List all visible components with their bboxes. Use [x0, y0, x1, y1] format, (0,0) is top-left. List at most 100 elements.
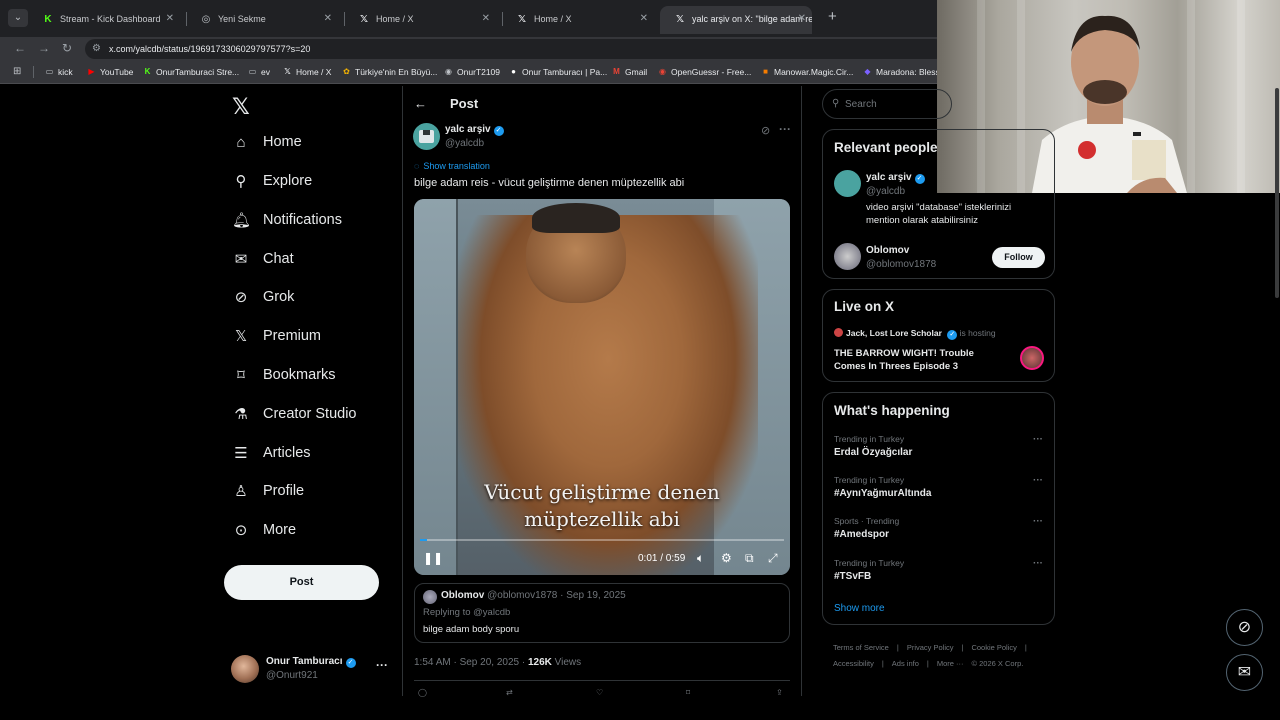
- bookmark-label: Manowar.Magic.Cir...: [774, 67, 854, 77]
- bookmark-item[interactable]: ▭ ev: [248, 61, 270, 83]
- share-icon[interactable]: ⇪: [776, 688, 783, 697]
- trend-item[interactable]: Trending in Turkey #AynıYağmurAltında ··…: [834, 475, 1044, 505]
- browser-tab-active[interactable]: 𝕏 yalc arşiv on X: "bilge adam reis ✕: [660, 6, 812, 34]
- pause-icon[interactable]: ❚❚: [423, 551, 443, 565]
- nav-item-explore[interactable]: ⚲ Explore: [232, 169, 392, 199]
- video-caption: Vücut geliştirme denen müptezellik abi: [414, 479, 790, 533]
- bookmark-icon[interactable]: ⌑: [686, 688, 690, 697]
- views-count: 126K: [527, 657, 552, 668]
- live-on-x-panel[interactable]: Live on X Jack, Lost Lore Scholar ✓ is h…: [822, 289, 1055, 382]
- close-tab-icon[interactable]: ✕: [640, 6, 648, 32]
- reply-card[interactable]: Oblomov @oblomov1878 · Sep 19, 2025 Repl…: [414, 583, 790, 643]
- back-icon[interactable]: ←: [14, 41, 26, 55]
- nav-item-bookmarks[interactable]: ⌑ Bookmarks: [232, 363, 392, 393]
- video-progress-fill: [420, 539, 428, 541]
- author-handle[interactable]: @yalcdb: [445, 138, 484, 149]
- nav-item-creator-studio[interactable]: ⚗ Creator Studio: [232, 402, 392, 432]
- bookmark-item[interactable]: ◉ OpenGuessr - Free...: [658, 61, 751, 83]
- nav-item-profile[interactable]: ♙ Profile: [232, 479, 392, 509]
- back-arrow-icon[interactable]: ←: [414, 96, 427, 111]
- trend-item[interactable]: Trending in Turkey Erdal Özyağcılar ···: [834, 434, 1044, 464]
- x-icon: 𝕏: [675, 14, 685, 25]
- footer-link[interactable]: Privacy Policy: [907, 643, 954, 652]
- apps-grid-icon[interactable]: ⊞: [13, 66, 21, 77]
- x-logo-icon[interactable]: 𝕏: [232, 94, 250, 120]
- pip-icon[interactable]: ⧉: [745, 551, 754, 566]
- nav-item-home[interactable]: ⌂ Home: [232, 130, 392, 160]
- bookmark-item[interactable]: M Gmail: [612, 61, 647, 83]
- nav-item-more[interactable]: ⊙ More: [232, 518, 392, 548]
- browser-tab[interactable]: 𝕏 Home / X ✕: [502, 6, 654, 34]
- new-tab-button[interactable]: +: [828, 8, 837, 25]
- author-avatar[interactable]: [413, 123, 440, 150]
- browser-tab[interactable]: K Stream - Kick Dashboard ✕: [28, 6, 180, 34]
- browser-tab[interactable]: ◎ Yeni Sekme ✕: [186, 6, 338, 34]
- more-icon[interactable]: ···: [376, 658, 388, 672]
- person-name[interactable]: Oblomov: [866, 245, 909, 256]
- bookmark-item[interactable]: ■ Manowar.Magic.Cir...: [761, 61, 853, 83]
- more-icon[interactable]: ···: [1033, 516, 1043, 527]
- footer-link[interactable]: More ···: [937, 659, 964, 668]
- avatar[interactable]: [834, 243, 861, 270]
- nav-item-grok[interactable]: ⊘ Grok: [232, 285, 392, 315]
- bookmark-item[interactable]: ▭ kick: [45, 61, 73, 83]
- account-switcher[interactable]: Onur Tamburacı ✓ @Onurt921 ···: [231, 654, 391, 684]
- url-text: x.com/yalcdb/status/1969173306029797577?…: [109, 44, 311, 54]
- video-player[interactable]: Vücut geliştirme denen müptezellik abi ❚…: [414, 199, 790, 575]
- like-icon[interactable]: ♡: [596, 688, 603, 697]
- footer-link[interactable]: Accessibility: [833, 659, 874, 668]
- volume-icon[interactable]: 🔈︎: [697, 551, 704, 566]
- reload-icon[interactable]: ↻: [62, 41, 72, 55]
- bookmark-label: Gmail: [625, 67, 648, 77]
- footer-link[interactable]: Ads info: [892, 659, 919, 668]
- scrollbar[interactable]: [1275, 88, 1279, 298]
- nav-item-articles[interactable]: ☰ Articles: [232, 441, 392, 471]
- fullscreen-icon[interactable]: ⤢: [768, 551, 778, 566]
- person-name-row[interactable]: yalc arşiv ✓: [866, 172, 925, 184]
- bell-icon: 🔔︎: [232, 212, 252, 229]
- search-input[interactable]: ⚲ Search: [822, 89, 952, 119]
- author-name-row[interactable]: yalc arşiv ✓: [445, 124, 504, 136]
- tab-search-button[interactable]: ⌄: [8, 9, 28, 27]
- url-input[interactable]: ⚙ x.com/yalcdb/status/196917330602979757…: [85, 39, 945, 59]
- footer-link[interactable]: Cookie Policy: [971, 643, 1016, 652]
- reply-icon[interactable]: ◯: [418, 688, 427, 697]
- bookmark-item[interactable]: ● Onur Tamburacı | Pa...: [509, 61, 607, 83]
- settings-icon[interactable]: ⚙: [721, 551, 732, 565]
- tweet-timestamp[interactable]: 1:54 AM · Sep 20, 2025 ·: [414, 657, 525, 668]
- close-tab-icon[interactable]: ✕: [482, 6, 490, 32]
- more-icon[interactable]: ···: [779, 122, 791, 136]
- repost-icon[interactable]: ⇄: [506, 688, 513, 697]
- video-progress-bar[interactable]: [420, 539, 784, 541]
- grok-icon[interactable]: ⊘: [761, 124, 770, 137]
- close-tab-icon[interactable]: ✕: [798, 6, 806, 32]
- footer-separator: |: [896, 643, 899, 652]
- forward-icon[interactable]: →: [38, 41, 50, 55]
- messages-floating-button[interactable]: ✉: [1226, 654, 1263, 691]
- nav-item-premium[interactable]: 𝕏 Premium: [232, 324, 392, 354]
- bookmark-item[interactable]: K OnurTamburaci Stre...: [143, 61, 240, 83]
- bookmark-item[interactable]: ▶ YouTube: [87, 61, 133, 83]
- follow-button[interactable]: Follow: [992, 247, 1045, 268]
- grok-floating-button[interactable]: ⊘: [1226, 609, 1263, 646]
- close-tab-icon[interactable]: ✕: [166, 6, 174, 32]
- more-icon[interactable]: ···: [1033, 558, 1043, 569]
- browser-tab[interactable]: 𝕏 Home / X ✕: [344, 6, 496, 34]
- show-translation-link[interactable]: ◌ Show translation: [414, 161, 490, 171]
- bookmark-item[interactable]: ◉ OnurT2109: [444, 61, 500, 83]
- post-button[interactable]: Post: [224, 565, 379, 600]
- x-icon: 𝕏: [359, 14, 369, 25]
- nav-item-notifications[interactable]: 🔔︎ Notifications: [232, 208, 392, 238]
- show-more-link[interactable]: Show more: [834, 603, 885, 614]
- avatar[interactable]: [834, 170, 861, 197]
- trend-item[interactable]: Trending in Turkey #TSvFB ···: [834, 558, 1044, 588]
- bookmark-item[interactable]: 𝕏 Home / X: [283, 61, 331, 83]
- more-icon[interactable]: ···: [1033, 434, 1043, 445]
- footer-link[interactable]: Terms of Service: [833, 643, 889, 652]
- bookmark-item[interactable]: ✿ Türkiye'nin En Büyü...: [342, 61, 437, 83]
- close-tab-icon[interactable]: ✕: [324, 6, 332, 32]
- nav-item-chat[interactable]: ✉ Chat: [232, 247, 392, 277]
- site-info-icon[interactable]: ⚙: [92, 39, 101, 59]
- more-icon[interactable]: ···: [1033, 475, 1043, 486]
- trend-item[interactable]: Sports · Trending #Amedspor ···: [834, 516, 1044, 546]
